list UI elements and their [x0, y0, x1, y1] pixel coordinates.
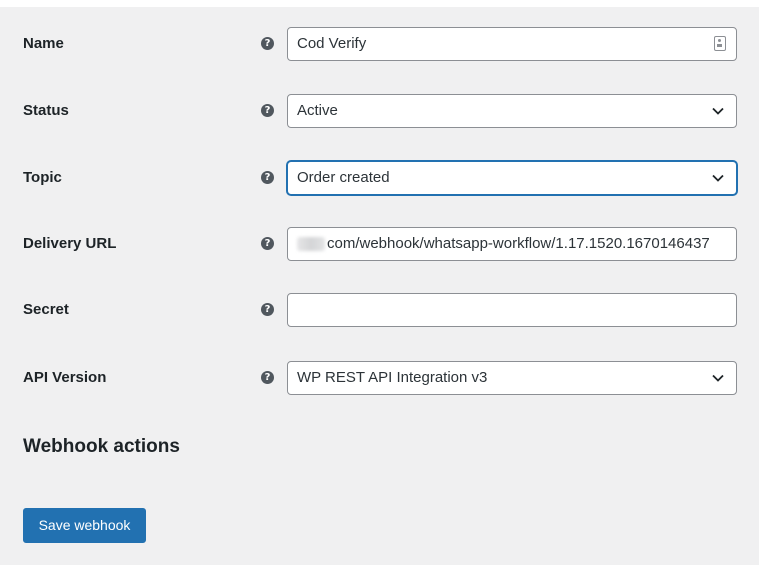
api-version-label: API Version — [23, 369, 107, 386]
chevron-down-icon — [712, 174, 724, 182]
form-row-topic: Topic ? Order created — [6, 161, 757, 195]
redacted-domain — [297, 237, 325, 252]
delivery-url-help-icon[interactable]: ? — [261, 237, 274, 250]
status-select-value: Active — [297, 102, 338, 119]
chevron-down-icon — [712, 107, 724, 115]
save-webhook-button[interactable]: Save webhook — [23, 508, 146, 543]
contact-card-icon[interactable] — [714, 36, 726, 51]
topic-help-icon[interactable]: ? — [261, 171, 274, 184]
name-input[interactable]: Cod Verify — [287, 27, 737, 61]
name-help-icon[interactable]: ? — [261, 37, 274, 50]
form-row-delivery-url: Delivery URL ? com/webhook/whatsapp-work… — [6, 227, 757, 261]
chevron-down-icon — [712, 374, 724, 382]
name-label: Name — [23, 35, 64, 52]
form-row-secret: Secret ? — [6, 293, 757, 327]
status-select[interactable]: Active — [287, 94, 737, 128]
topic-select-value: Order created — [297, 169, 390, 186]
webhook-settings-form: Name ? Cod Verify Status ? Active Topic … — [6, 7, 757, 560]
delivery-url-input[interactable]: com/webhook/whatsapp-workflow/1.17.1520.… — [287, 227, 737, 261]
webhook-actions-heading: Webhook actions — [23, 436, 180, 457]
delivery-url-value: com/webhook/whatsapp-workflow/1.17.1520.… — [327, 235, 710, 252]
form-row-name: Name ? Cod Verify — [6, 27, 757, 61]
api-version-select[interactable]: WP REST API Integration v3 — [287, 361, 737, 395]
secret-help-icon[interactable]: ? — [261, 303, 274, 316]
topic-select[interactable]: Order created — [287, 161, 737, 195]
api-version-help-icon[interactable]: ? — [261, 371, 274, 384]
form-row-api-version: API Version ? WP REST API Integration v3 — [6, 361, 757, 395]
status-label: Status — [23, 102, 69, 119]
delivery-url-label: Delivery URL — [23, 235, 117, 252]
top-edge — [0, 0, 759, 7]
form-row-status: Status ? Active — [6, 94, 757, 128]
secret-label: Secret — [23, 301, 69, 318]
status-help-icon[interactable]: ? — [261, 104, 274, 117]
secret-input[interactable] — [287, 293, 737, 327]
name-input-value: Cod Verify — [297, 35, 367, 52]
api-version-select-value: WP REST API Integration v3 — [297, 369, 488, 386]
topic-label: Topic — [23, 169, 62, 186]
